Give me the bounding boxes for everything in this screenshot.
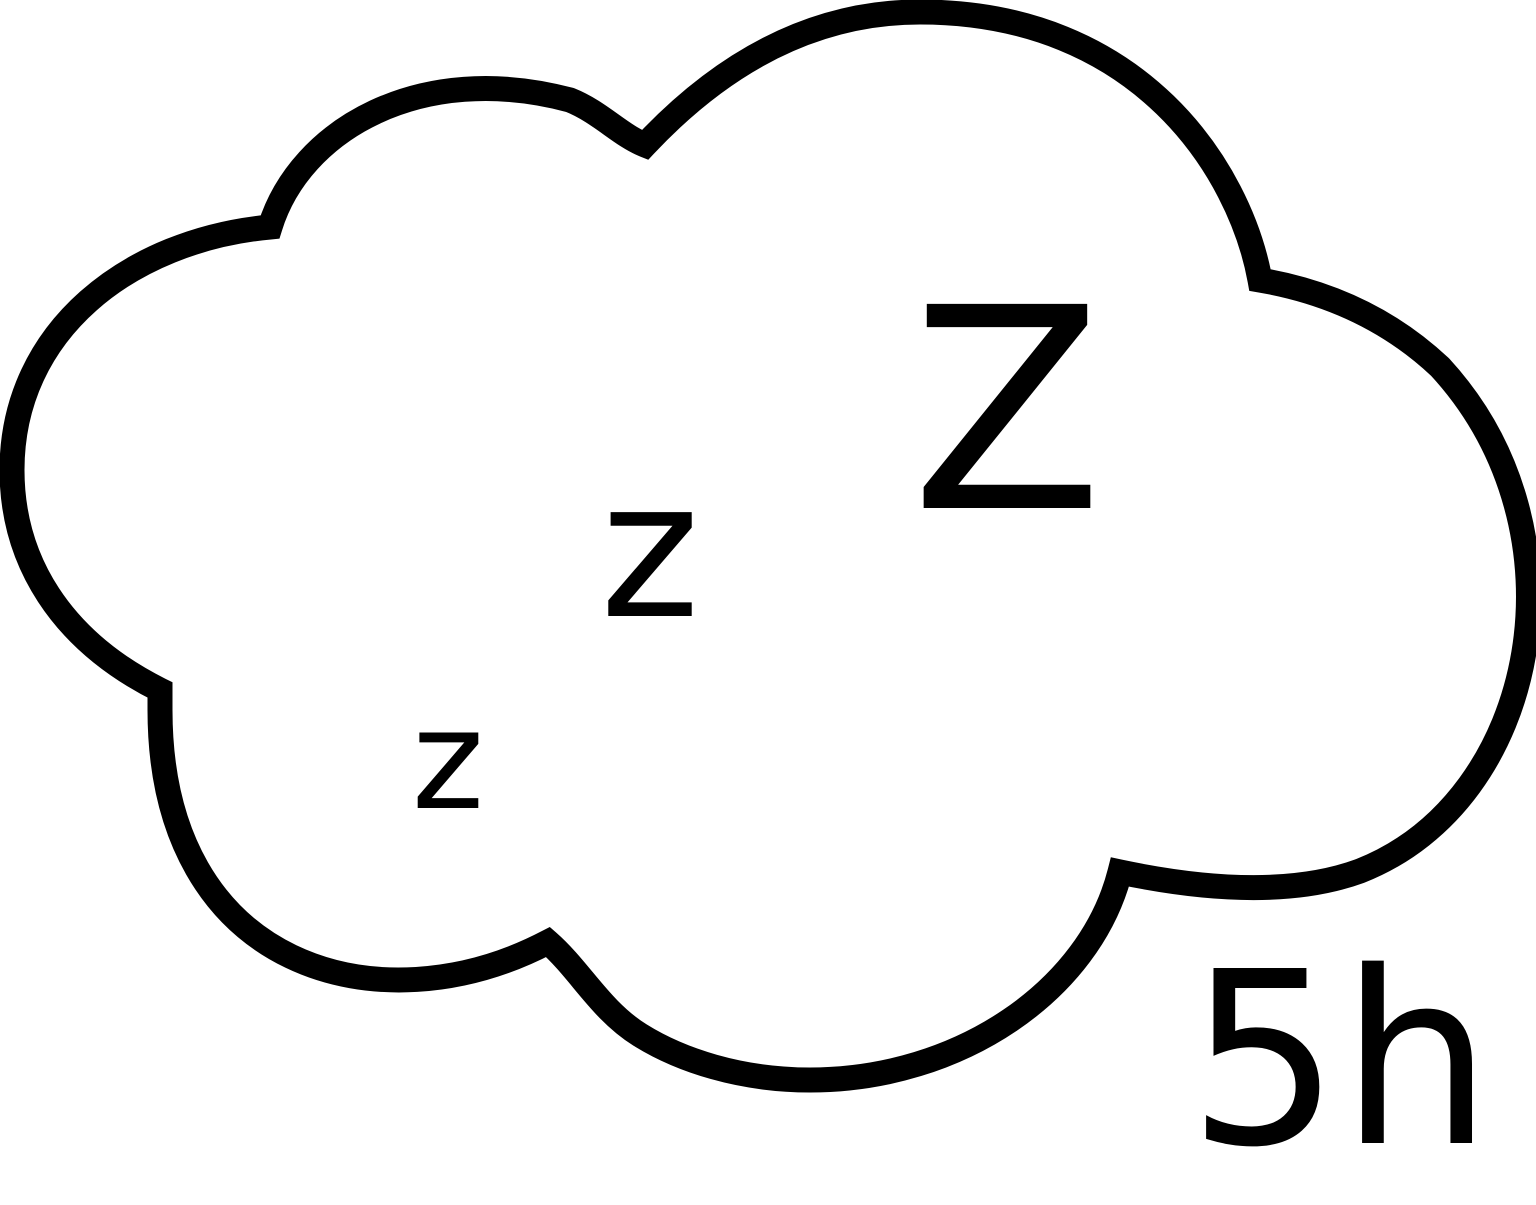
z-large: Z xyxy=(911,249,1103,575)
sleep-cloud-illustration: z z Z 5h xyxy=(0,0,1536,1200)
z-medium: z xyxy=(600,440,700,661)
duration-label: 5h xyxy=(1188,920,1493,1200)
z-small: z xyxy=(412,680,484,841)
